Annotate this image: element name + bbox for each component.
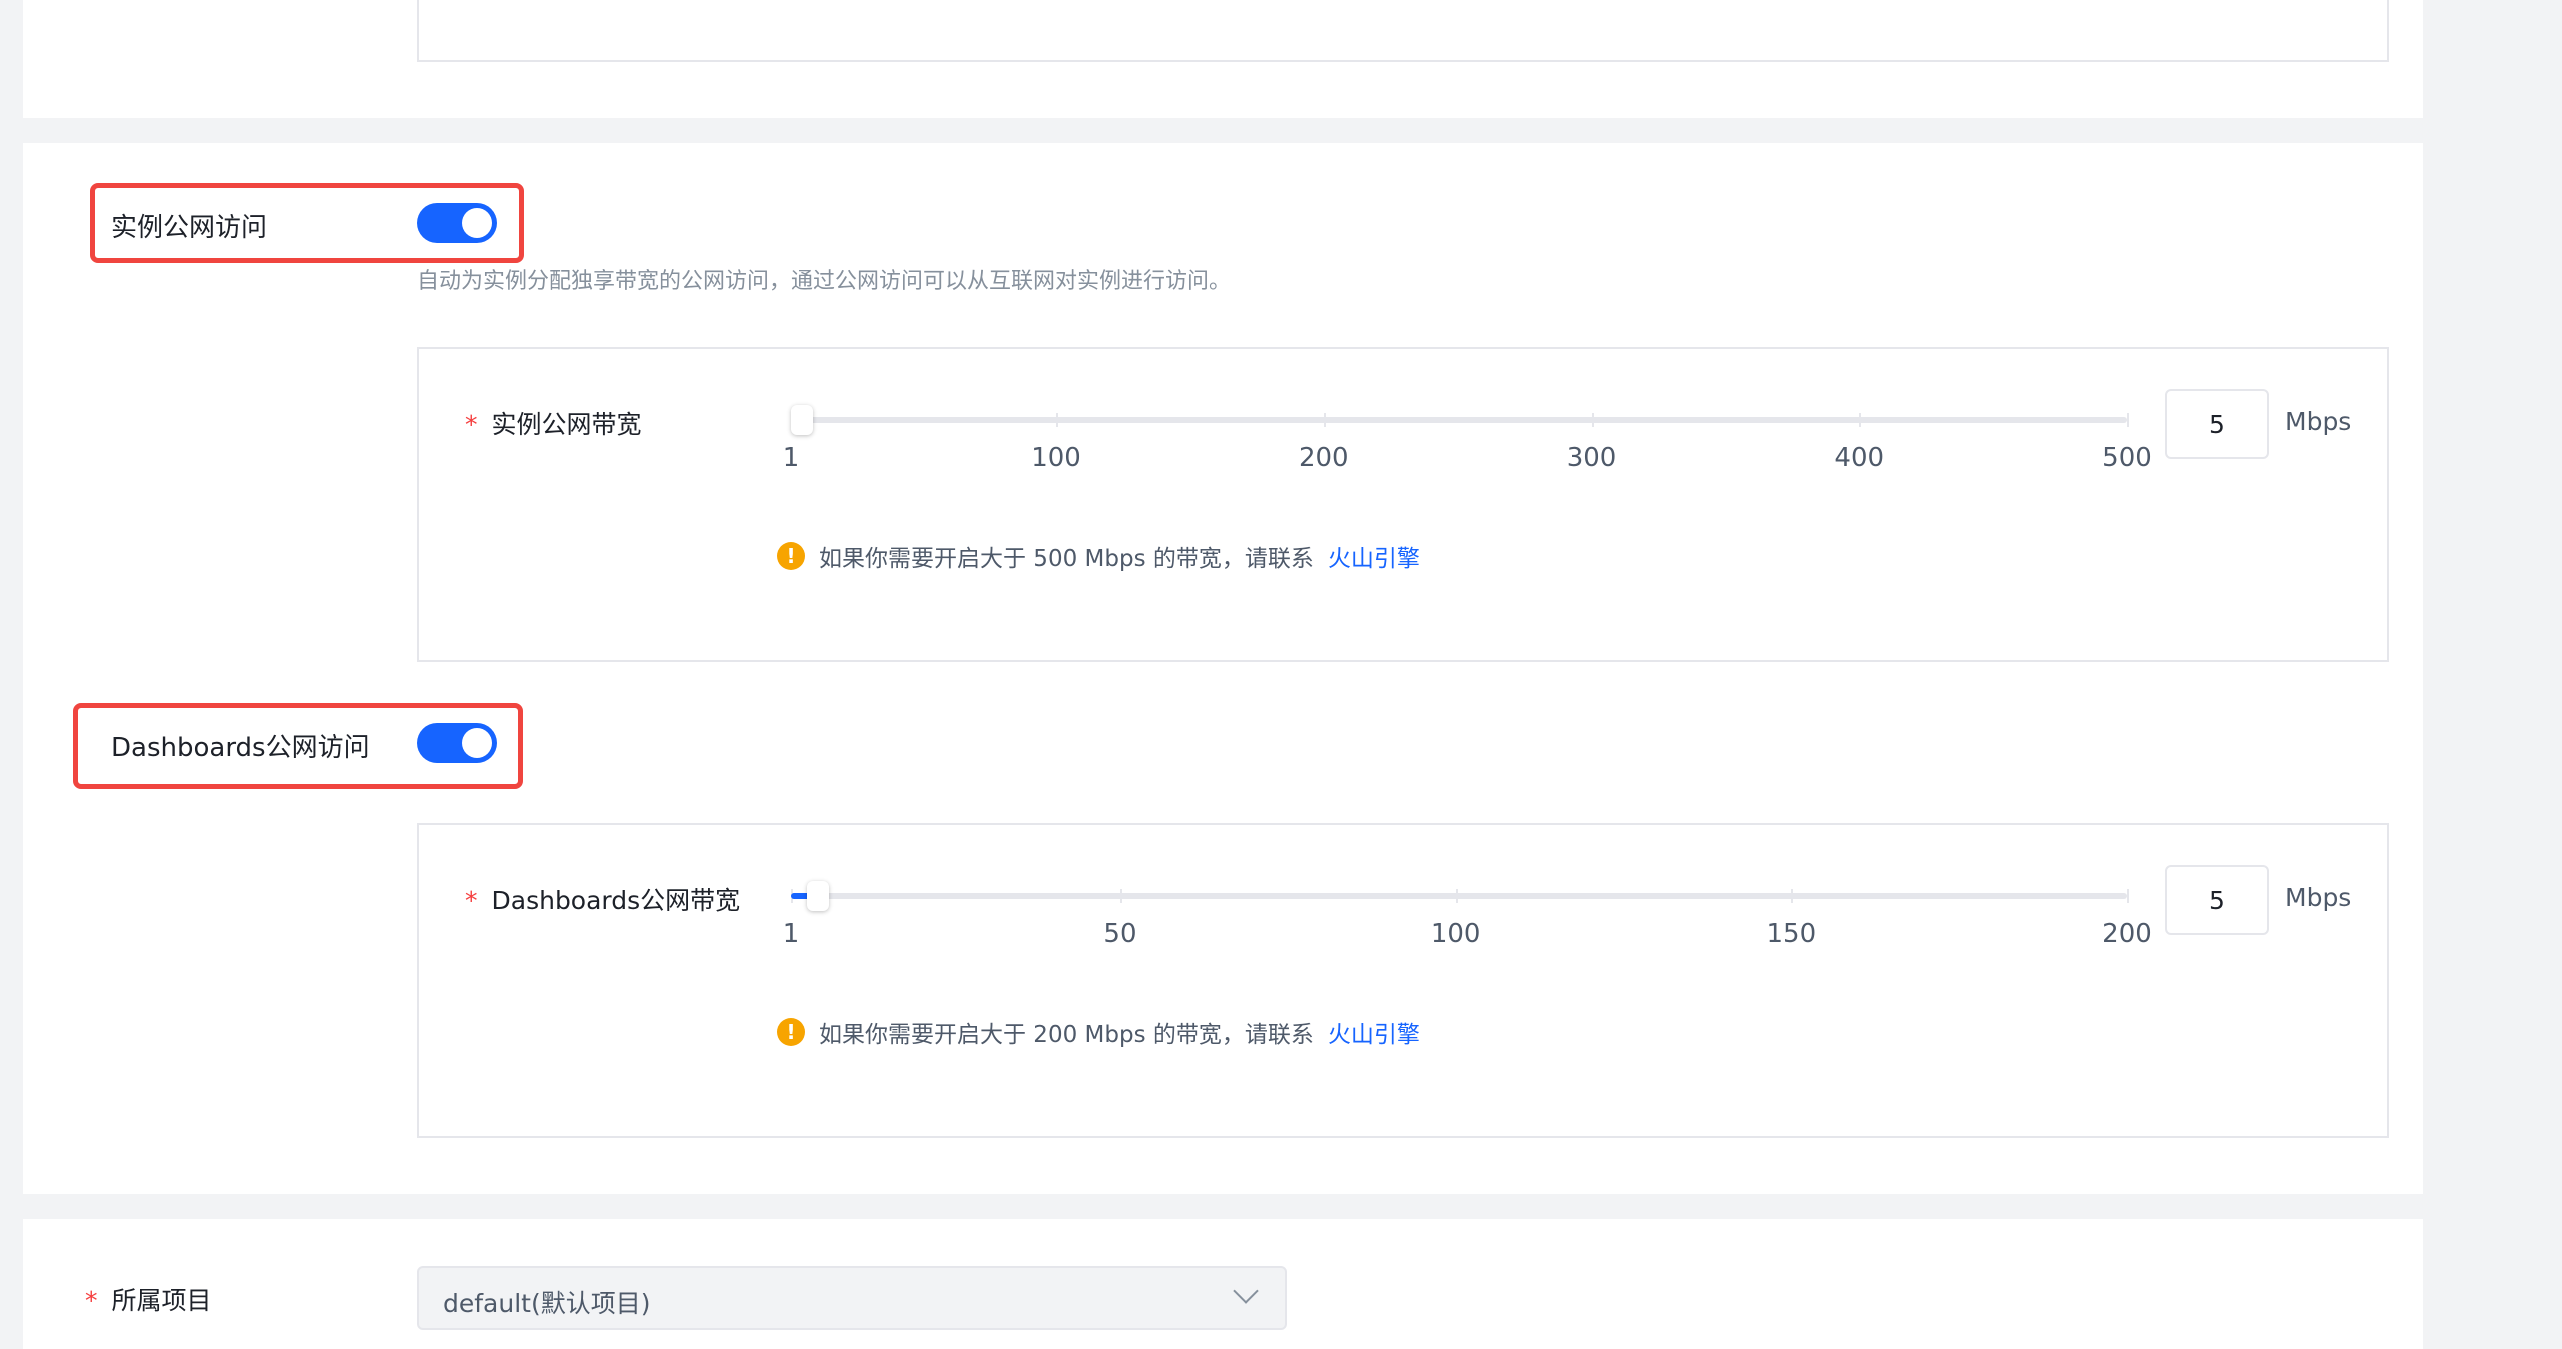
dashboards-bandwidth-hint-text: 如果你需要开启大于 200 Mbps 的带宽，请联系 bbox=[819, 1022, 1314, 1048]
toggle-knob bbox=[462, 208, 492, 238]
top-section-card bbox=[23, 0, 2423, 118]
dashboards-bandwidth-hint: ! 如果你需要开启大于 200 Mbps 的带宽，请联系 火山引擎 bbox=[777, 1015, 1420, 1049]
slider-tick-label: 150 bbox=[1766, 919, 1817, 949]
slider-tick bbox=[1455, 889, 1458, 903]
contact-link[interactable]: 火山引擎 bbox=[1328, 539, 1420, 573]
dashboards-bandwidth-input[interactable] bbox=[2165, 865, 2269, 935]
slider-tick-label: 400 bbox=[1834, 443, 1885, 473]
warning-icon: ! bbox=[777, 1018, 805, 1046]
instance-bandwidth-slider[interactable]: 1 100 200 300 400 500 bbox=[783, 405, 2152, 473]
instance-bandwidth-label: * 实例公网带宽 bbox=[465, 405, 642, 441]
dashboards-bandwidth-unit: Mbps bbox=[2285, 883, 2352, 912]
slider-tick bbox=[1791, 889, 1794, 903]
slider-tick bbox=[1056, 413, 1059, 427]
slider-handle[interactable] bbox=[791, 405, 813, 435]
required-mark: * bbox=[465, 410, 478, 439]
slider-tick-label: 500 bbox=[2102, 443, 2152, 473]
instance-bandwidth-input[interactable] bbox=[2165, 389, 2269, 459]
instance-bandwidth-panel: * 实例公网带宽 1 100 200 300 400 500 Mbps ! 如果你需要开启大… bbox=[417, 347, 2389, 662]
instance-public-toggle[interactable] bbox=[417, 203, 497, 243]
top-inner-panel bbox=[417, 0, 2389, 62]
instance-bandwidth-hint-text: 如果你需要开启大于 500 Mbps 的带宽，请联系 bbox=[819, 546, 1314, 572]
project-select[interactable]: default(默认项目) bbox=[417, 1266, 1287, 1330]
slider-tick-label: 1 bbox=[782, 919, 800, 949]
project-label: * 所属项目 bbox=[85, 1281, 212, 1317]
chevron-down-icon bbox=[1233, 1278, 1259, 1304]
project-card: * 所属项目 default(默认项目) bbox=[23, 1219, 2423, 1349]
slider-tick bbox=[1591, 413, 1594, 427]
slider-track[interactable] bbox=[791, 893, 2127, 899]
slider-tick-label: 50 bbox=[1103, 919, 1137, 949]
instance-bandwidth-label-text: 实例公网带宽 bbox=[491, 410, 642, 439]
slider-tick bbox=[2127, 889, 2129, 903]
dashboards-public-toggle[interactable] bbox=[417, 723, 497, 763]
dashboards-bandwidth-label-text: Dashboards公网带宽 bbox=[491, 886, 741, 915]
slider-tick-label: 200 bbox=[1298, 443, 1349, 473]
slider-tick bbox=[2127, 413, 2129, 427]
slider-tick-label: 1 bbox=[782, 443, 800, 473]
slider-tick bbox=[1323, 413, 1326, 427]
dashboards-bandwidth-panel: *Dashboards公网带宽 150100150200 Mbps ! 如果你需… bbox=[417, 823, 2389, 1138]
instance-bandwidth-unit: Mbps bbox=[2285, 407, 2352, 436]
toggle-knob bbox=[462, 728, 492, 758]
required-mark: * bbox=[465, 886, 478, 915]
required-mark: * bbox=[85, 1286, 98, 1315]
slider-tick-label: 100 bbox=[1430, 919, 1481, 949]
instance-bandwidth-hint: ! 如果你需要开启大于 500 Mbps 的带宽，请联系 火山引擎 bbox=[777, 539, 1420, 573]
slider-tick-label: 200 bbox=[2102, 919, 2152, 949]
public-access-card: 实例公网访问 自动为实例分配独享带宽的公网访问，通过公网访问可以从互联网对实例进… bbox=[23, 143, 2423, 1194]
contact-link[interactable]: 火山引擎 bbox=[1328, 1015, 1420, 1049]
slider-tick-label: 100 bbox=[1031, 443, 1081, 473]
dashboards-bandwidth-label: * Dashboards公网带宽 bbox=[465, 881, 740, 917]
slider-tick-label: 300 bbox=[1566, 443, 1617, 473]
instance-public-description: 自动为实例分配独享带宽的公网访问，通过公网访问可以从互联网对实例进行访问。 bbox=[417, 269, 1232, 294]
dashboards-public-label: Dashboards公网访问 bbox=[111, 733, 370, 763]
warning-icon: ! bbox=[777, 542, 805, 570]
slider-tick bbox=[1119, 889, 1122, 903]
instance-public-label: 实例公网访问 bbox=[111, 213, 268, 243]
project-label-text: 所属项目 bbox=[111, 1286, 212, 1315]
slider-handle[interactable] bbox=[806, 881, 829, 911]
project-select-value: default(默认项目) bbox=[443, 1289, 651, 1318]
slider-track[interactable] bbox=[791, 417, 2127, 423]
dashboards-bandwidth-slider[interactable]: 1 50 100 150 200 bbox=[783, 881, 2152, 949]
slider-tick bbox=[1859, 413, 1862, 427]
